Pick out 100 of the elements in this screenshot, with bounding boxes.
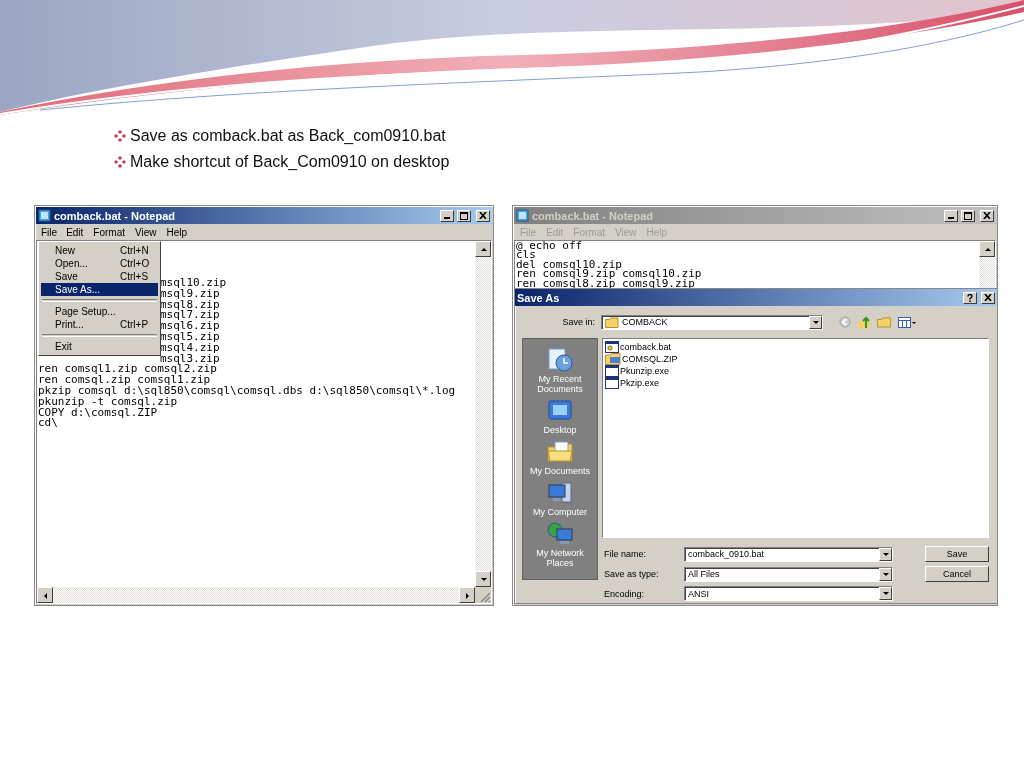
save-in-dropdown[interactable]: COMBACK <box>601 314 823 330</box>
dialog-button[interactable]: Save <box>925 546 989 562</box>
code-line: pkzip comsql d:\sql850\comsql\comsql.dbs d:\sql850\comsql\*.log <box>38 385 456 397</box>
batch-file-icon <box>605 341 619 353</box>
close-icon <box>983 212 991 219</box>
menu-entry[interactable]: Save Ctrl+S <box>41 270 158 283</box>
program-file-icon <box>605 365 619 377</box>
help-button[interactable] <box>963 291 977 304</box>
field-value: ANSI <box>688 588 710 599</box>
dropdown-field[interactable]: comback_0910.bat <box>684 546 893 562</box>
place-label: My Network Places <box>535 548 585 568</box>
views-menu-icon[interactable] <box>898 316 917 328</box>
save-in-value: COMBACK <box>622 317 669 327</box>
dialog-button[interactable]: Cancel <box>925 566 989 582</box>
place-shortcut[interactable]: My Computer <box>524 480 596 517</box>
menu-entry-label: Save <box>55 271 79 282</box>
code-line: msql5.zip <box>160 332 220 343</box>
dropdown-button[interactable] <box>879 587 892 600</box>
file-name[interactable]: Pkzip.exe <box>620 378 660 388</box>
shortcut-text: Ctrl+N <box>120 245 149 256</box>
maximize-icon <box>964 211 972 220</box>
window-title: comback.bat - Notepad <box>532 209 655 222</box>
menu-entry-label: Open... <box>55 258 89 269</box>
computer-icon <box>546 480 574 506</box>
resize-grip-icon[interactable] <box>480 592 491 603</box>
window-title: comback.bat - Notepad <box>54 209 177 222</box>
field-label: Encoding: <box>604 588 646 599</box>
code-line: pkunzip -t comsql.zip <box>38 396 178 408</box>
folder-icon <box>605 316 619 328</box>
maximize-icon <box>460 211 468 220</box>
place-label: My Documents <box>529 466 591 476</box>
zip-folder-icon <box>605 353 621 365</box>
bullet-text: Save as comback.bat as Back_com0910.bat <box>130 127 446 145</box>
scroll-left-button[interactable] <box>37 587 53 603</box>
menu-entry[interactable]: Exit <box>41 340 158 353</box>
scroll-down-button[interactable] <box>475 571 491 587</box>
close-icon <box>479 212 487 219</box>
menu-entry[interactable]: Page Setup... <box>41 305 158 318</box>
code-line: cls <box>516 250 536 260</box>
place-shortcut[interactable]: My Recent Documents <box>524 347 596 394</box>
close-button[interactable] <box>980 209 994 222</box>
shortcut-text: Ctrl+S <box>120 271 149 282</box>
menu-entry[interactable]: Print... Ctrl+P <box>41 318 158 331</box>
menu-entry-label: New <box>55 245 76 256</box>
shortcut-text: Ctrl+O <box>120 258 150 269</box>
field-value: comback_0910.bat <box>688 549 766 559</box>
dropdown-arrow-icon <box>881 589 890 598</box>
dropdown-field[interactable]: All Files <box>684 566 893 582</box>
menu-item[interactable]: File <box>37 225 62 239</box>
menu-item[interactable]: View <box>130 224 162 240</box>
menu-entry-label: Print... <box>55 319 85 330</box>
scroll-up-button[interactable] <box>979 241 995 257</box>
close-button[interactable] <box>476 209 490 222</box>
dropdown-button[interactable] <box>879 547 892 561</box>
code-line: msql9.zip <box>160 288 220 300</box>
file-name[interactable]: comback.bat <box>620 342 672 352</box>
code-line: @ echo off <box>516 241 583 251</box>
maximize-button[interactable] <box>961 209 975 222</box>
place-shortcut[interactable]: My Documents <box>524 439 596 476</box>
code-line: msql8.zip <box>160 299 220 311</box>
notepad-icon <box>38 209 51 222</box>
file-list[interactable]: comback.bat COMSQL.ZIP Pkunzip.exe Pkzip.exe <box>602 338 989 538</box>
dropdown-button[interactable] <box>879 567 892 581</box>
menu-item[interactable]: Format <box>88 224 131 240</box>
place-label: Desktop <box>542 425 578 435</box>
file-name[interactable]: Pkunzip.exe <box>620 366 670 376</box>
save-in-label: Save in: <box>561 317 595 327</box>
file-name[interactable]: COMSQL.ZIP <box>622 354 678 364</box>
menu-entry[interactable]: Save As... <box>41 283 158 296</box>
field-label: Save as type: <box>604 569 660 579</box>
code-line: msql7.zip <box>160 310 220 322</box>
code-line: cd\ <box>38 418 58 430</box>
vertical-scrollbar[interactable] <box>475 241 491 587</box>
shortcut-text: Ctrl+P <box>120 319 149 330</box>
menu-entry[interactable]: Open... Ctrl+O <box>41 257 158 270</box>
diamond-bullet-icon <box>114 130 126 142</box>
dialog-title: Save As <box>517 291 561 304</box>
recent-documents-icon <box>546 347 574 373</box>
horizontal-scrollbar[interactable] <box>37 587 475 603</box>
menu-item[interactable]: Help <box>161 224 193 240</box>
menu-entry-label: Save As... <box>55 284 102 295</box>
place-label: My Recent Documents <box>536 374 584 394</box>
menu-entry-label: Exit <box>55 341 73 352</box>
code-line: ren comsql9.zip comsql10.zip <box>516 269 702 279</box>
scroll-up-button[interactable] <box>475 241 491 257</box>
dropdown-button[interactable] <box>809 315 822 329</box>
maximize-button[interactable] <box>457 209 471 222</box>
menu-item[interactable]: Edit <box>61 224 89 240</box>
place-shortcut[interactable]: My Network Places <box>524 521 596 568</box>
notepad-icon <box>516 209 529 222</box>
place-shortcut[interactable]: Desktop <box>524 398 596 435</box>
minimize-button[interactable] <box>944 209 958 222</box>
dropdown-field[interactable]: ANSI <box>684 586 893 601</box>
close-button[interactable] <box>981 291 995 304</box>
scroll-right-button[interactable] <box>459 587 475 603</box>
field-label: File name: <box>604 549 648 559</box>
menu-entry[interactable]: New Ctrl+N <box>41 244 158 257</box>
code-line: msql3.zip <box>160 353 220 365</box>
code-line: COPY d:\comsql.ZIP <box>38 407 158 419</box>
minimize-button[interactable] <box>440 209 454 222</box>
